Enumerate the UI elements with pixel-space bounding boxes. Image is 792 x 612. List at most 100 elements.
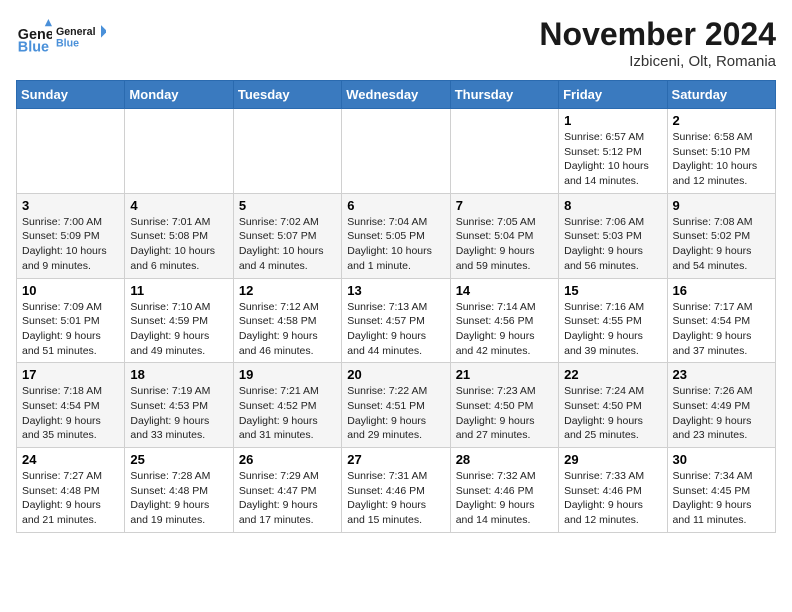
day-info: Sunrise: 7:32 AM Sunset: 4:46 PM Dayligh… (456, 469, 553, 528)
day-number: 3 (22, 198, 119, 213)
day-number: 16 (673, 283, 770, 298)
day-number: 29 (564, 452, 661, 467)
calendar-cell: 28 Sunrise: 7:32 AM Sunset: 4:46 PM Dayli… (450, 448, 558, 533)
calendar-cell: 18Sunrise: 7:19 AM Sunset: 4:53 PM Dayli… (125, 363, 233, 448)
calendar-cell: 29Sunrise: 7:33 AM Sunset: 4:46 PM Dayli… (559, 448, 667, 533)
day-number: 6 (347, 198, 444, 213)
day-info: Sunrise: 7:02 AM Sunset: 5:07 PM Dayligh… (239, 215, 336, 274)
day-number: 10 (22, 283, 119, 298)
day-number: 24 (22, 452, 119, 467)
calendar-cell: 24Sunrise: 7:27 AM Sunset: 4:48 PM Dayli… (17, 448, 125, 533)
day-info: Sunrise: 7:08 AM Sunset: 5:02 PM Dayligh… (673, 215, 770, 274)
calendar-week-4: 17 Sunrise: 7:18 AM Sunset: 4:54 PM Dayli… (17, 363, 776, 448)
header: General Blue General Blue November 2024 … (16, 16, 776, 70)
day-info: Sunrise: 7:26 AM Sunset: 4:49 PM Dayligh… (673, 384, 770, 443)
day-info: Sunrise: 7:06 AM Sunset: 5:03 PM Dayligh… (564, 215, 661, 274)
title-area: November 2024 Izbiceni, Olt, Romania (539, 16, 776, 70)
general-blue-logo-graphic: General Blue (56, 16, 106, 58)
day-info: Sunrise: 7:29 AM Sunset: 4:47 PM Dayligh… (239, 469, 336, 528)
svg-text:General: General (56, 26, 96, 38)
calendar-cell: 15Sunrise: 7:16 AM Sunset: 4:55 PM Dayli… (559, 278, 667, 363)
day-info: Sunrise: 6:57 AM Sunset: 5:12 PM Dayligh… (564, 130, 661, 189)
calendar-header: Sunday Monday Tuesday Wednesday Thursday… (17, 81, 776, 109)
calendar-cell: 2 Sunrise: 6:58 AM Sunset: 5:10 PM Daylig… (667, 109, 775, 194)
day-number: 17 (22, 367, 119, 382)
calendar-cell: 22 Sunrise: 7:24 AM Sunset: 4:50 PM Dayli… (559, 363, 667, 448)
day-number: 14 (456, 283, 553, 298)
day-info: Sunrise: 7:13 AM Sunset: 4:57 PM Dayligh… (347, 300, 444, 359)
calendar-cell: 8 Sunrise: 7:06 AM Sunset: 5:03 PM Daylig… (559, 193, 667, 278)
header-monday: Monday (125, 81, 233, 109)
day-number: 13 (347, 283, 444, 298)
header-wednesday: Wednesday (342, 81, 450, 109)
calendar-cell: 13 Sunrise: 7:13 AM Sunset: 4:57 PM Dayli… (342, 278, 450, 363)
day-number: 12 (239, 283, 336, 298)
calendar-cell: 27 Sunrise: 7:31 AM Sunset: 4:46 PM Dayli… (342, 448, 450, 533)
day-info: Sunrise: 7:24 AM Sunset: 4:50 PM Dayligh… (564, 384, 661, 443)
calendar-cell: 14Sunrise: 7:14 AM Sunset: 4:56 PM Dayli… (450, 278, 558, 363)
calendar-cell: 19Sunrise: 7:21 AM Sunset: 4:52 PM Dayli… (233, 363, 341, 448)
calendar-cell: 10 Sunrise: 7:09 AM Sunset: 5:01 PM Dayli… (17, 278, 125, 363)
calendar-cell: 30 Sunrise: 7:34 AM Sunset: 4:45 PM Dayli… (667, 448, 775, 533)
calendar-cell (233, 109, 341, 194)
calendar-cell: 1 Sunrise: 6:57 AM Sunset: 5:12 PM Daylig… (559, 109, 667, 194)
calendar-week-5: 24Sunrise: 7:27 AM Sunset: 4:48 PM Dayli… (17, 448, 776, 533)
day-number: 9 (673, 198, 770, 213)
day-number: 25 (130, 452, 227, 467)
day-info: Sunrise: 7:31 AM Sunset: 4:46 PM Dayligh… (347, 469, 444, 528)
calendar-week-3: 10 Sunrise: 7:09 AM Sunset: 5:01 PM Dayli… (17, 278, 776, 363)
calendar-table: Sunday Monday Tuesday Wednesday Thursday… (16, 80, 776, 533)
calendar-cell: 12 Sunrise: 7:12 AM Sunset: 4:58 PM Dayli… (233, 278, 341, 363)
calendar-cell: 11Sunrise: 7:10 AM Sunset: 4:59 PM Dayli… (125, 278, 233, 363)
day-info: Sunrise: 7:05 AM Sunset: 5:04 PM Dayligh… (456, 215, 553, 274)
day-info: Sunrise: 7:22 AM Sunset: 4:51 PM Dayligh… (347, 384, 444, 443)
day-number: 23 (673, 367, 770, 382)
svg-text:Blue: Blue (18, 39, 49, 55)
day-info: Sunrise: 7:34 AM Sunset: 4:45 PM Dayligh… (673, 469, 770, 528)
day-number: 20 (347, 367, 444, 382)
calendar-cell: 26Sunrise: 7:29 AM Sunset: 4:47 PM Dayli… (233, 448, 341, 533)
calendar-cell: 23 Sunrise: 7:26 AM Sunset: 4:49 PM Dayli… (667, 363, 775, 448)
location: Izbiceni, Olt, Romania (539, 53, 776, 70)
day-info: Sunrise: 7:01 AM Sunset: 5:08 PM Dayligh… (130, 215, 227, 274)
logo: General Blue General Blue (16, 16, 106, 58)
calendar-cell: 5Sunrise: 7:02 AM Sunset: 5:07 PM Daylig… (233, 193, 341, 278)
day-number: 28 (456, 452, 553, 467)
calendar-cell: 4 Sunrise: 7:01 AM Sunset: 5:08 PM Daylig… (125, 193, 233, 278)
calendar-cell: 6 Sunrise: 7:04 AM Sunset: 5:05 PM Daylig… (342, 193, 450, 278)
day-number: 11 (130, 283, 227, 298)
day-info: Sunrise: 7:17 AM Sunset: 4:54 PM Dayligh… (673, 300, 770, 359)
day-number: 22 (564, 367, 661, 382)
day-number: 21 (456, 367, 553, 382)
day-number: 30 (673, 452, 770, 467)
day-number: 27 (347, 452, 444, 467)
calendar-cell: 21Sunrise: 7:23 AM Sunset: 4:50 PM Dayli… (450, 363, 558, 448)
calendar-cell (450, 109, 558, 194)
month-title: November 2024 (539, 16, 776, 53)
logo-icon: General Blue (16, 19, 52, 55)
calendar-cell: 7 Sunrise: 7:05 AM Sunset: 5:04 PM Daylig… (450, 193, 558, 278)
day-number: 7 (456, 198, 553, 213)
calendar-cell: 3 Sunrise: 7:00 AM Sunset: 5:09 PM Daylig… (17, 193, 125, 278)
header-tuesday: Tuesday (233, 81, 341, 109)
day-number: 8 (564, 198, 661, 213)
day-number: 4 (130, 198, 227, 213)
day-info: Sunrise: 7:09 AM Sunset: 5:01 PM Dayligh… (22, 300, 119, 359)
calendar-cell: 20 Sunrise: 7:22 AM Sunset: 4:51 PM Dayli… (342, 363, 450, 448)
day-info: Sunrise: 7:04 AM Sunset: 5:05 PM Dayligh… (347, 215, 444, 274)
day-number: 15 (564, 283, 661, 298)
day-info: Sunrise: 7:12 AM Sunset: 4:58 PM Dayligh… (239, 300, 336, 359)
header-saturday: Saturday (667, 81, 775, 109)
header-thursday: Thursday (450, 81, 558, 109)
header-sunday: Sunday (17, 81, 125, 109)
calendar-cell: 17 Sunrise: 7:18 AM Sunset: 4:54 PM Dayli… (17, 363, 125, 448)
header-row: Sunday Monday Tuesday Wednesday Thursday… (17, 81, 776, 109)
day-info: Sunrise: 7:00 AM Sunset: 5:09 PM Dayligh… (22, 215, 119, 274)
day-info: Sunrise: 7:18 AM Sunset: 4:54 PM Dayligh… (22, 384, 119, 443)
day-number: 2 (673, 113, 770, 128)
day-number: 18 (130, 367, 227, 382)
day-number: 1 (564, 113, 661, 128)
calendar-week-2: 3 Sunrise: 7:00 AM Sunset: 5:09 PM Daylig… (17, 193, 776, 278)
calendar-body: 1 Sunrise: 6:57 AM Sunset: 5:12 PM Daylig… (17, 109, 776, 533)
day-info: Sunrise: 6:58 AM Sunset: 5:10 PM Dayligh… (673, 130, 770, 189)
